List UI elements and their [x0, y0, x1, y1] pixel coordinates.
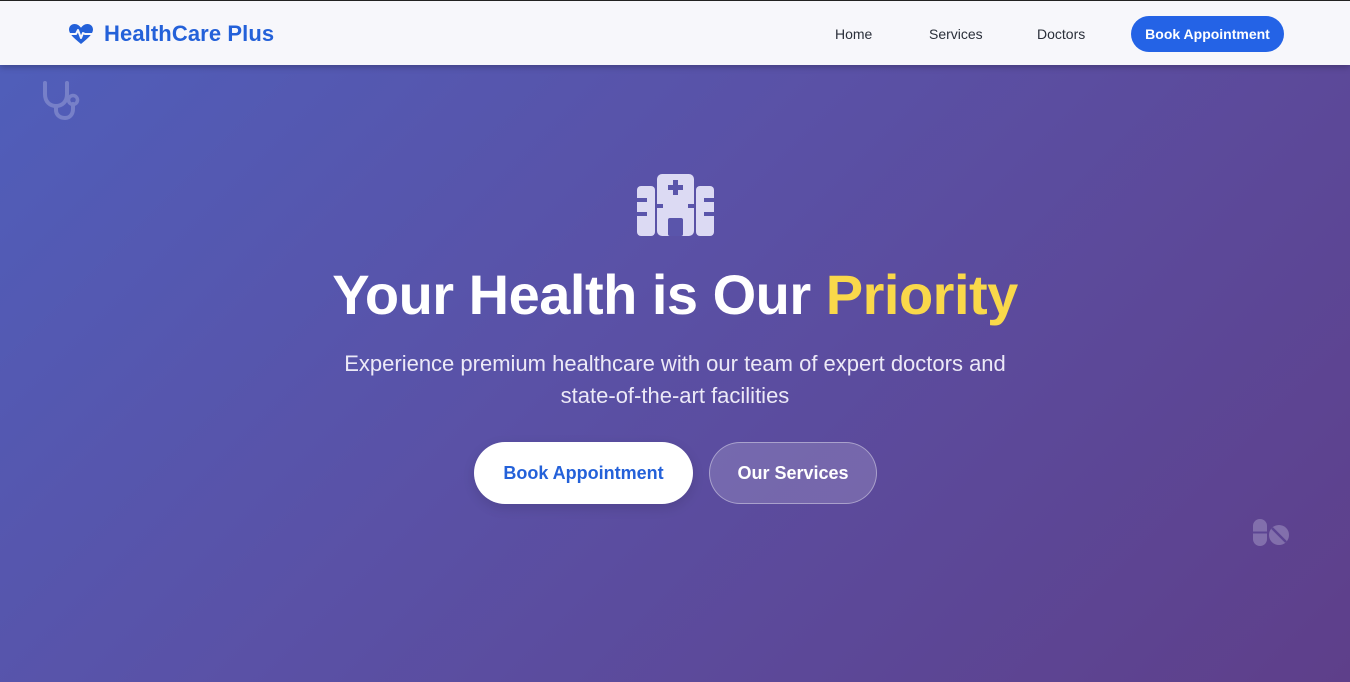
- page: HealthCare Plus Home Services Doctors Bo…: [0, 0, 1350, 682]
- hero-subtitle-line-2: state-of-the-art facilities: [560, 383, 790, 408]
- heart-pulse-icon: [68, 23, 94, 44]
- hospital-icon: [637, 174, 714, 236]
- our-services-button[interactable]: Our Services: [709, 442, 877, 504]
- stethoscope-icon: [43, 81, 80, 121]
- brand-name: HealthCare Plus: [104, 20, 275, 46]
- brand-logo[interactable]: HealthCare Plus: [68, 1, 274, 66]
- hero-subtitle-line-1: Experience premium healthcare with our t…: [344, 351, 1006, 376]
- nav-doctors[interactable]: Doctors: [1037, 26, 1085, 42]
- nav-home[interactable]: Home: [835, 26, 872, 42]
- hero-title-main: Your Health is Our: [332, 263, 826, 326]
- hero-subtitle: Experience premium healthcare with our t…: [275, 348, 1075, 412]
- hero-title: Your Health is Our Priority: [0, 262, 1350, 327]
- book-appointment-nav-button[interactable]: Book Appointment: [1131, 16, 1284, 52]
- hero-title-accent: Priority: [825, 263, 1019, 326]
- pills-icon: [1253, 519, 1289, 546]
- book-appointment-button[interactable]: Book Appointment: [474, 442, 693, 504]
- nav-services[interactable]: Services: [929, 26, 983, 42]
- site-header: HealthCare Plus Home Services Doctors Bo…: [0, 0, 1350, 65]
